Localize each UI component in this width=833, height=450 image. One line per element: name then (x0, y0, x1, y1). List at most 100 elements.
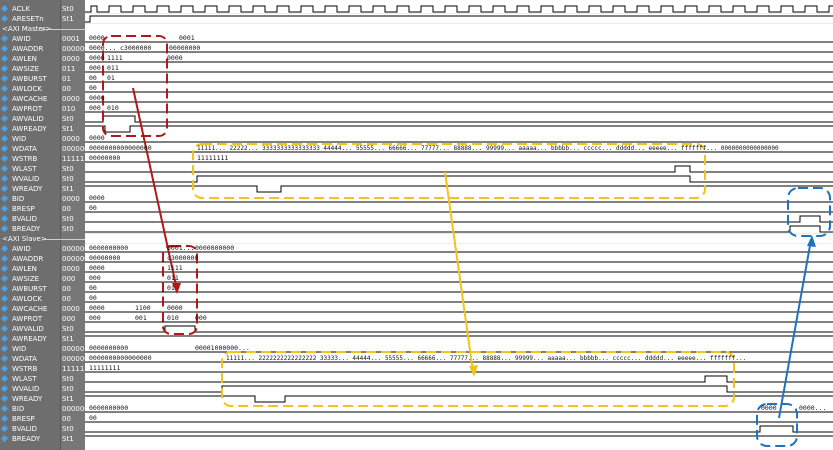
group-header-axi-master[interactable]: <AXI Master> (0, 24, 85, 34)
signal-row-master-awcache[interactable]: AWCACHE (0, 94, 60, 104)
signal-row-slave-bid[interactable]: BID (0, 404, 60, 414)
signal-row-master-bvalid[interactable]: BVALID (0, 214, 60, 224)
signal-name: AWVALID (12, 325, 44, 333)
signal-row-slave-wvalid[interactable]: WVALID (0, 384, 60, 394)
signal-row-slave-bresp[interactable]: BRESP (0, 414, 60, 424)
signal-value: 011 (62, 65, 76, 73)
signal-row-slave-wstrb[interactable]: WSTRB (0, 364, 60, 374)
bus-value: 11111... 2222222222222222 33333... 44444… (226, 355, 747, 362)
bus-value: 011 (167, 274, 179, 282)
signal-row-master-wvalid[interactable]: WVALID (0, 174, 60, 184)
bus-value: 00000000 (89, 254, 121, 262)
signal-row-master-wstrb[interactable]: WSTRB (0, 154, 60, 164)
signal-row-master-awid[interactable]: AWID (0, 34, 60, 44)
signal-icon (0, 4, 9, 13)
signal-icon (0, 284, 9, 293)
signal-value: 010 (62, 105, 76, 113)
signal-row-slave-wlast[interactable]: WLAST (0, 374, 60, 384)
signal-row-slave-awlen[interactable]: AWLEN (0, 264, 60, 274)
bus-value: 0000 (167, 54, 183, 62)
signal-row-master-awvalid[interactable]: AWVALID (0, 114, 60, 124)
bus-value: 000 (89, 64, 101, 72)
signal-icon (0, 14, 9, 23)
signal-icon (0, 344, 9, 353)
bus-value: 00000000 (169, 44, 201, 52)
signal-row-master-awaddr[interactable]: AWADDR (0, 44, 60, 54)
signal-icon (0, 374, 9, 383)
signal-row-slave-awprot[interactable]: AWPROT (0, 314, 60, 324)
bus-value: 1111 (107, 54, 123, 62)
bus-value: 000 (195, 314, 207, 322)
signal-icon (0, 184, 9, 193)
bus-value: 1111 (167, 264, 183, 272)
awvalid-trace (85, 115, 833, 123)
signal-row-slave-awcache[interactable]: AWCACHE (0, 304, 60, 314)
signal-row-slave-awvalid[interactable]: AWVALID (0, 324, 60, 334)
bus-value: c3000000 (120, 44, 152, 52)
signal-name: AWREADY (12, 125, 47, 133)
signal-name: AWPROT (12, 315, 43, 323)
signal-icon (0, 304, 9, 313)
signal-row-slave-awlock[interactable]: AWLOCK (0, 294, 60, 304)
signal-row-master-wlast[interactable]: WLAST (0, 164, 60, 174)
signal-value: St1 (62, 15, 74, 23)
signal-row-master-awready[interactable]: AWREADY (0, 124, 60, 134)
signal-row-master-bresp[interactable]: BRESP (0, 204, 60, 214)
signal-row-slave-wdata[interactable]: WDATA (0, 354, 60, 364)
bus-value: 0000... (89, 44, 117, 52)
signal-icon (0, 404, 9, 413)
signal-value: 000 (62, 275, 76, 283)
signal-value: St1 (62, 185, 74, 193)
bus-value: 0000 (89, 134, 105, 142)
bus-value: 0000 (167, 304, 183, 312)
signal-value: 0000 (62, 95, 80, 103)
signal-value: 00000000 (62, 405, 85, 413)
signal-icon (0, 84, 9, 93)
signal-row-master-awlen[interactable]: AWLEN (0, 54, 60, 64)
signal-row-slave-bvalid[interactable]: BVALID (0, 424, 60, 434)
signal-icon (0, 204, 9, 213)
signal-value: 0000 (62, 195, 80, 203)
signal-row-master-awsize[interactable]: AWSIZE (0, 64, 60, 74)
signal-row-master-awburst[interactable]: AWBURST (0, 74, 60, 84)
signal-row-aclk[interactable]: ACLK (0, 4, 60, 14)
signal-row-slave-awid[interactable]: AWID (0, 244, 60, 254)
signal-row-master-bready[interactable]: BREADY (0, 224, 60, 234)
signal-row-master-awlock[interactable]: AWLOCK (0, 84, 60, 94)
group-header-axi-slave[interactable]: <AXI Slave> (0, 234, 85, 244)
signal-icon (0, 124, 9, 133)
signal-icon (0, 314, 9, 323)
signal-row-master-wid[interactable]: WID (0, 134, 60, 144)
signal-value: St0 (62, 115, 74, 123)
signal-icon (0, 294, 9, 303)
signal-value: St0 (62, 165, 74, 173)
signal-row-slave-awburst[interactable]: AWBURST (0, 284, 60, 294)
signal-value: 00 (62, 285, 71, 293)
signal-row-slave-awaddr[interactable]: AWADDR (0, 254, 60, 264)
signal-row-aresetn[interactable]: ARESETn (0, 14, 60, 24)
bus-value: 0000000000 (89, 244, 129, 252)
signal-row-slave-wready[interactable]: WREADY (0, 394, 60, 404)
bus-value: 0000 (89, 94, 105, 102)
bus-value: 00 (89, 414, 97, 422)
signal-icon (0, 164, 9, 173)
waveform-canvas[interactable]: 0000 0001 0000... c3000000 00000000 0000… (85, 0, 833, 450)
signal-row-master-bid[interactable]: BID (0, 194, 60, 204)
signal-value: 000 (62, 315, 76, 323)
signal-row-master-awprot[interactable]: AWPROT (0, 104, 60, 114)
signal-row-slave-awsize[interactable]: AWSIZE (0, 274, 60, 284)
signal-value: 0000 (62, 55, 80, 63)
signal-row-master-wready[interactable]: WREADY (0, 184, 60, 194)
signal-row-slave-wid[interactable]: WID (0, 344, 60, 354)
signal-row-slave-bready[interactable]: BREADY (0, 434, 60, 444)
signal-name: AWBURST (12, 75, 47, 83)
signal-name: AWID (12, 245, 31, 253)
group-divider (42, 29, 85, 30)
signal-value: St0 (62, 425, 74, 433)
signal-icon (0, 144, 9, 153)
signal-row-master-wdata[interactable]: WDATA (0, 144, 60, 154)
signal-row-slave-awready[interactable]: AWREADY (0, 334, 60, 344)
signal-name: WDATA (12, 355, 37, 363)
signal-name: AWLOCK (12, 295, 42, 303)
signal-value: St0 (62, 385, 74, 393)
